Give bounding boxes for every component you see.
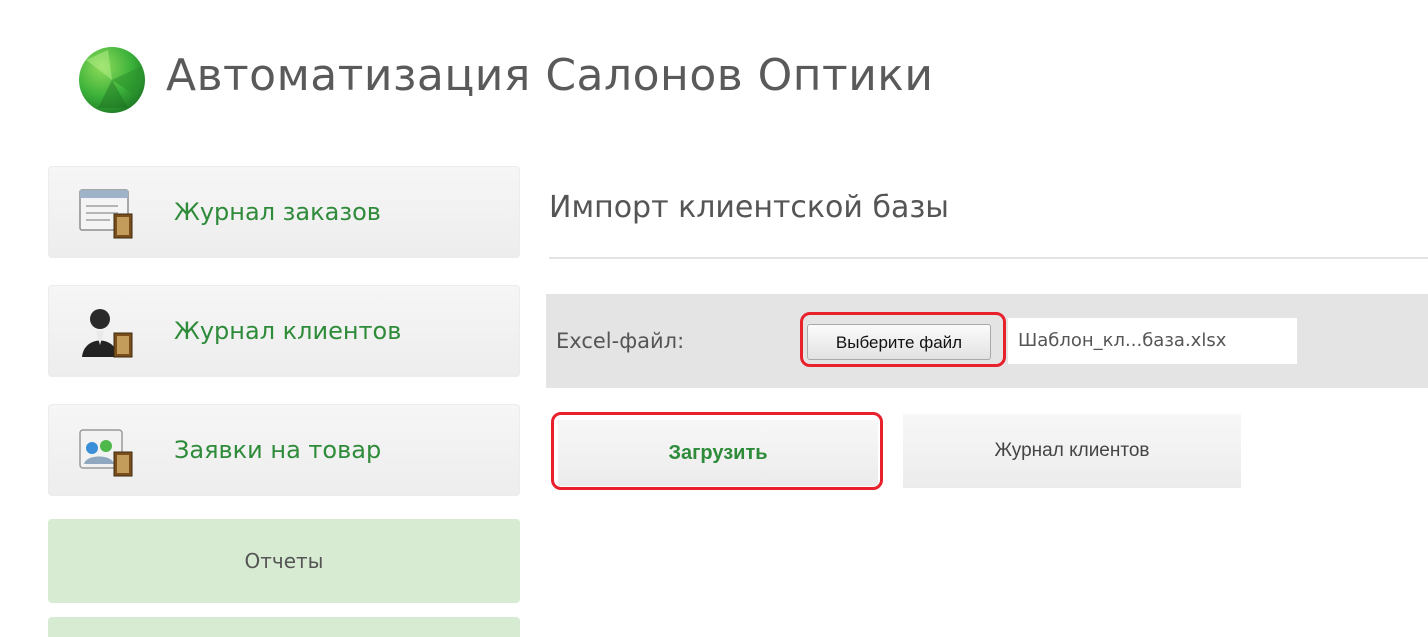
file-upload-row: Excel-файл: Выберите файл Шаблон_кл...ба… — [546, 294, 1428, 388]
clients-journal-button[interactable]: Журнал клиентов — [903, 414, 1241, 488]
clients-icon — [82, 309, 133, 358]
selected-file-name: Шаблон_кл...база.xlsx — [1008, 318, 1297, 364]
sidebar-item-label: Журнал заказов — [174, 198, 381, 226]
page-title: Импорт клиентской базы — [549, 190, 949, 225]
file-label: Excel-файл: — [556, 329, 685, 353]
page: Автоматизация Салонов Оптики Журнал зака… — [0, 0, 1428, 637]
title-divider — [549, 257, 1428, 259]
header: Автоматизация Салонов Оптики — [0, 0, 1428, 160]
sidebar-item-orders[interactable]: Журнал заказов — [48, 166, 520, 258]
orders-icon — [79, 189, 133, 239]
sidebar-item-next[interactable] — [48, 617, 520, 637]
requests-icon — [79, 429, 133, 477]
sidebar-item-clients[interactable]: Журнал клиентов — [48, 285, 520, 377]
sidebar-item-label: Журнал клиентов — [174, 317, 402, 345]
sidebar-item-reports[interactable]: Отчеты — [48, 519, 520, 603]
choose-file-button[interactable]: Выберите файл — [807, 324, 991, 360]
logo-icon — [79, 47, 145, 113]
upload-button[interactable]: Загрузить — [558, 420, 878, 486]
sidebar-item-label: Отчеты — [244, 549, 324, 573]
sidebar-item-requests[interactable]: Заявки на товар — [48, 404, 520, 496]
app-title: Автоматизация Салонов Оптики — [166, 50, 934, 101]
sidebar-item-label: Заявки на товар — [174, 436, 382, 464]
